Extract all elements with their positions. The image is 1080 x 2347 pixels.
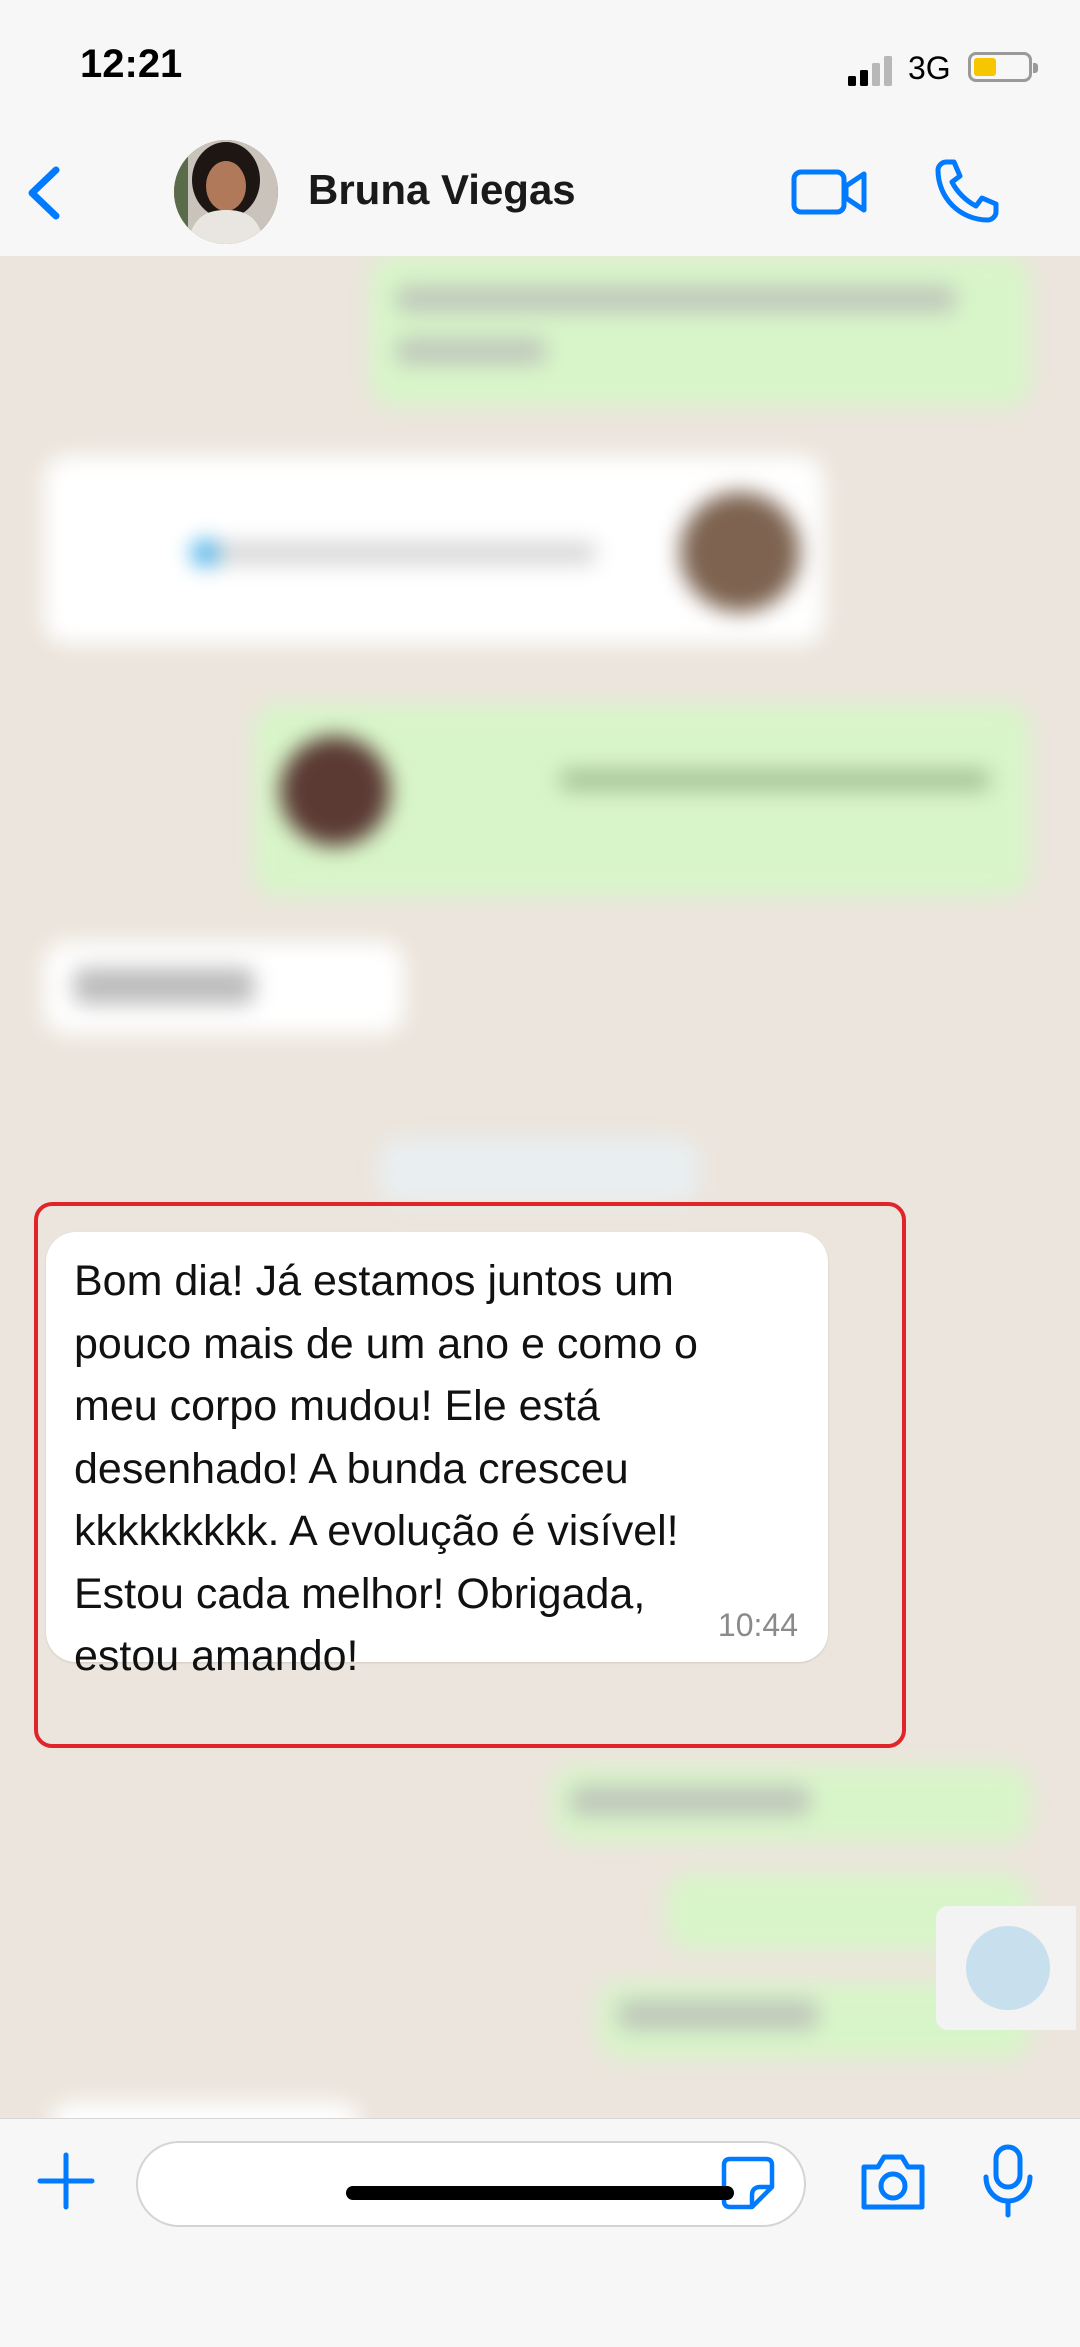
input-bar	[0, 2118, 1080, 2347]
status-bar: 12:21 3G	[0, 0, 1080, 130]
battery-icon	[968, 52, 1038, 82]
scroll-down-button[interactable]	[936, 1906, 1076, 2030]
camera-icon[interactable]	[858, 2149, 928, 2215]
network-label: 3G	[908, 50, 951, 86]
status-time: 12:21	[80, 42, 183, 86]
sticker-icon[interactable]	[720, 2155, 776, 2211]
chat-header: Bruna Viegas	[0, 130, 1080, 257]
phone-icon[interactable]	[930, 154, 1004, 228]
home-indicator	[346, 2186, 734, 2200]
video-call-icon[interactable]	[790, 162, 870, 222]
message-input[interactable]	[136, 2141, 806, 2227]
message-text: Bom dia! Já estamos juntos um pouco mais…	[74, 1257, 698, 1680]
chat-area[interactable]: Bom dia! Já estamos juntos um pouco mais…	[0, 256, 1080, 2118]
microphone-icon[interactable]	[978, 2143, 1038, 2219]
back-chevron-icon[interactable]	[18, 160, 74, 226]
avatar[interactable]	[174, 140, 278, 244]
signal-icon	[848, 56, 892, 86]
blurred-messages	[0, 256, 1080, 2118]
contact-name[interactable]: Bruna Viegas	[308, 166, 576, 214]
plus-icon[interactable]	[34, 2149, 98, 2213]
message-time: 10:44	[717, 1607, 798, 1643]
received-message[interactable]: Bom dia! Já estamos juntos um pouco mais…	[46, 1232, 828, 1680]
